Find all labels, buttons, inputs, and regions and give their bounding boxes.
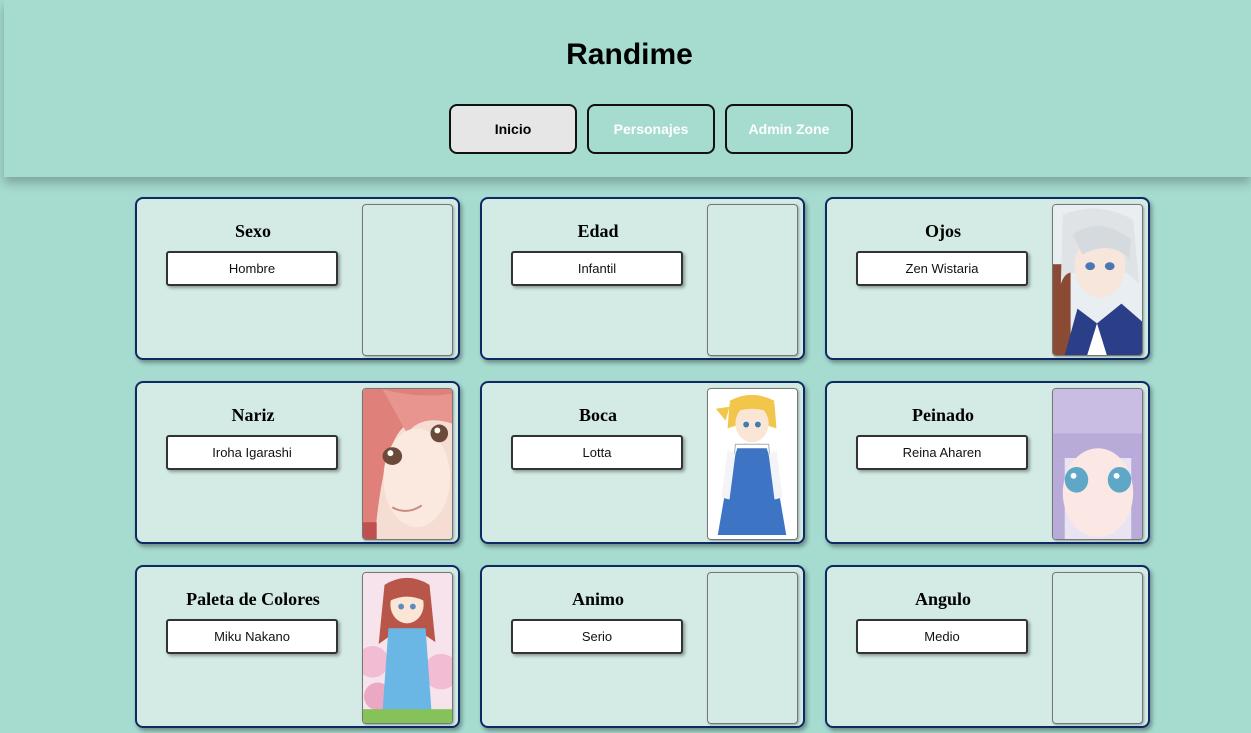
character-image-placeholder bbox=[707, 204, 798, 356]
character-image-placeholder bbox=[707, 572, 798, 724]
card-sexo: Sexo Hombre bbox=[135, 197, 460, 360]
nav-bar: Inicio Personajes Admin Zone bbox=[449, 104, 853, 154]
card-value-button[interactable]: Serio bbox=[511, 619, 683, 654]
card-title: Paleta de Colores bbox=[186, 589, 320, 609]
card-value-button[interactable]: Zen Wistaria bbox=[856, 251, 1028, 286]
nav-inicio-button[interactable]: Inicio bbox=[449, 104, 577, 154]
character-image bbox=[1052, 204, 1143, 356]
card-title: Ojos bbox=[925, 221, 961, 241]
card-edad: Edad Infantil bbox=[480, 197, 805, 360]
character-image bbox=[1052, 388, 1143, 540]
card-value-button[interactable]: Hombre bbox=[166, 251, 338, 286]
card-angulo: Angulo Medio bbox=[825, 565, 1150, 728]
card-title: Animo bbox=[571, 589, 624, 609]
character-image-placeholder bbox=[362, 204, 453, 356]
card-paleta-de-colores: Paleta de Colores Miku Nakano bbox=[135, 565, 460, 728]
card-peinado: Peinado Reina Aharen bbox=[825, 381, 1150, 544]
character-image bbox=[362, 572, 453, 724]
site-title: Randime bbox=[566, 38, 693, 71]
card-value-button[interactable]: Infantil bbox=[511, 251, 683, 286]
card-value-button[interactable]: Miku Nakano bbox=[166, 619, 338, 654]
card-title: Edad bbox=[577, 221, 619, 241]
card-boca: Boca Lotta bbox=[480, 381, 805, 544]
character-image bbox=[362, 388, 453, 540]
card-title: Peinado bbox=[911, 405, 974, 425]
card-nariz: Nariz Iroha Igarashi bbox=[135, 381, 460, 544]
card-title: Angulo bbox=[914, 589, 972, 609]
nav-personajes-button[interactable]: Personajes bbox=[587, 104, 715, 154]
character-image bbox=[707, 388, 798, 540]
card-value-button[interactable]: Lotta bbox=[511, 435, 683, 470]
card-animo: Animo Serio bbox=[480, 565, 805, 728]
header: Randime Inicio Personajes Admin Zone bbox=[4, 0, 1251, 177]
nav-admin-zone-button[interactable]: Admin Zone bbox=[725, 104, 853, 154]
card-value-button[interactable]: Iroha Igarashi bbox=[166, 435, 338, 470]
card-ojos: Ojos Zen Wistaria bbox=[825, 197, 1150, 360]
card-title: Nariz bbox=[231, 405, 275, 425]
card-title: Boca bbox=[579, 405, 617, 425]
card-title: Sexo bbox=[235, 221, 271, 241]
card-value-button[interactable]: Reina Aharen bbox=[856, 435, 1028, 470]
character-image-placeholder bbox=[1052, 572, 1143, 724]
trait-card-grid: Sexo Hombre Edad Infantil Ojos Zen Wista… bbox=[135, 197, 1150, 728]
card-value-button[interactable]: Medio bbox=[856, 619, 1028, 654]
